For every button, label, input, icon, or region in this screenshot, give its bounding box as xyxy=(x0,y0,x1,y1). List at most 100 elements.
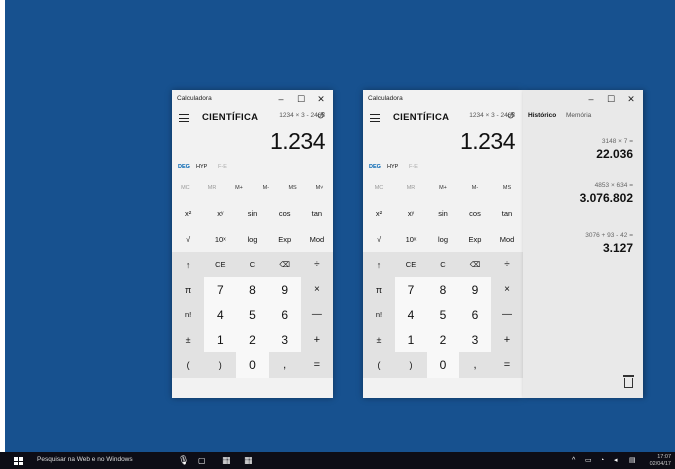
key-log[interactable]: log xyxy=(427,226,459,252)
key-divide[interactable]: ÷ xyxy=(491,252,523,277)
key-decimal[interactable]: , xyxy=(459,352,491,378)
mr-button[interactable]: MR xyxy=(395,185,427,191)
key-open-paren[interactable]: ( xyxy=(363,352,395,378)
memory-list-button[interactable]: M˅ xyxy=(306,185,333,191)
hamburger-menu-icon[interactable] xyxy=(370,114,380,122)
key-sqrt[interactable]: √ xyxy=(363,226,395,252)
key-2[interactable]: 2 xyxy=(236,327,269,352)
deg-button[interactable]: DEG xyxy=(178,164,190,170)
tab-memoria[interactable]: Memória xyxy=(566,112,591,119)
key-tan[interactable]: tan xyxy=(491,200,523,226)
key-shift[interactable]: ↑ xyxy=(363,252,395,277)
key-1[interactable]: 1 xyxy=(204,327,237,352)
key-8[interactable]: 8 xyxy=(236,277,269,302)
mc-button[interactable]: MC xyxy=(172,185,199,191)
key-log[interactable]: log xyxy=(236,226,269,252)
close-button[interactable]: ✕ xyxy=(623,92,639,106)
notification-icon[interactable]: ▤ xyxy=(629,455,636,466)
key-sin[interactable]: sin xyxy=(427,200,459,226)
key-cos[interactable]: cos xyxy=(459,200,491,226)
key-c[interactable]: C xyxy=(427,252,459,277)
windows-start-icon[interactable] xyxy=(14,457,23,465)
key-close-paren[interactable]: ) xyxy=(395,352,427,378)
key-5[interactable]: 5 xyxy=(427,302,459,327)
key-ten-power[interactable]: 10ˣ xyxy=(395,226,427,252)
key-pi[interactable]: π xyxy=(172,277,205,302)
taskbar-search[interactable]: Pesquisar na Web e no Windows xyxy=(37,456,133,463)
key-plus[interactable]: + xyxy=(300,327,333,352)
key-negate[interactable]: ± xyxy=(172,327,205,352)
key-sqrt[interactable]: √ xyxy=(172,226,205,252)
key-ce[interactable]: CE xyxy=(204,252,237,277)
key-backspace[interactable]: ⌫ xyxy=(268,252,301,277)
mr-button[interactable]: MR xyxy=(199,185,226,191)
hamburger-menu-icon[interactable] xyxy=(179,114,189,122)
key-exp[interactable]: Exp xyxy=(459,226,491,252)
key-factorial[interactable]: n! xyxy=(363,302,395,327)
minimize-button[interactable]: – xyxy=(583,92,599,106)
mc-button[interactable]: MC xyxy=(363,185,395,191)
key-3[interactable]: 3 xyxy=(459,327,491,352)
key-2[interactable]: 2 xyxy=(427,327,459,352)
key-tan[interactable]: tan xyxy=(300,200,333,226)
tab-historico[interactable]: Histórico xyxy=(528,112,556,119)
key-square[interactable]: x² xyxy=(363,200,395,226)
key-shift[interactable]: ↑ xyxy=(172,252,205,277)
calculator-taskbar-icon-2[interactable]: ▦ xyxy=(244,455,253,466)
maximize-button[interactable]: ☐ xyxy=(293,92,309,106)
key-4[interactable]: 4 xyxy=(395,302,427,327)
key-0[interactable]: 0 xyxy=(427,352,459,378)
key-exp[interactable]: Exp xyxy=(268,226,301,252)
fe-button[interactable]: F-E xyxy=(218,164,227,170)
key-9[interactable]: 9 xyxy=(268,277,301,302)
key-square[interactable]: x² xyxy=(172,200,205,226)
key-sin[interactable]: sin xyxy=(236,200,269,226)
calculator-taskbar-icon[interactable]: ▦ xyxy=(222,455,231,466)
key-ten-power[interactable]: 10ˣ xyxy=(204,226,237,252)
key-multiply[interactable]: × xyxy=(300,277,333,302)
microphone-icon[interactable]: 🎙 xyxy=(178,455,189,466)
battery-icon[interactable]: ▭ xyxy=(585,455,592,466)
hyp-button[interactable]: HYP xyxy=(387,164,398,170)
history-entry[interactable]: 3076 + 93 - 42 = 3.127 xyxy=(585,232,633,255)
key-minus[interactable]: — xyxy=(491,302,523,327)
key-plus[interactable]: + xyxy=(491,327,523,352)
key-minus[interactable]: — xyxy=(300,302,333,327)
key-backspace[interactable]: ⌫ xyxy=(459,252,491,277)
key-5[interactable]: 5 xyxy=(236,302,269,327)
key-1[interactable]: 1 xyxy=(395,327,427,352)
fe-button[interactable]: F-E xyxy=(409,164,418,170)
key-multiply[interactable]: × xyxy=(491,277,523,302)
trash-icon[interactable] xyxy=(623,375,634,388)
key-power[interactable]: xʸ xyxy=(395,200,427,226)
deg-button[interactable]: DEG xyxy=(369,164,381,170)
key-mod[interactable]: Mod xyxy=(491,226,523,252)
volume-icon[interactable]: ◂ xyxy=(614,455,618,466)
tray-chevron-icon[interactable]: ^ xyxy=(572,455,575,466)
ms-button[interactable]: MS xyxy=(491,185,523,191)
key-power[interactable]: xʸ xyxy=(204,200,237,226)
key-mod[interactable]: Mod xyxy=(300,226,333,252)
ms-button[interactable]: MS xyxy=(279,185,306,191)
key-9[interactable]: 9 xyxy=(459,277,491,302)
key-decimal[interactable]: , xyxy=(268,352,301,378)
m-minus-button[interactable]: M- xyxy=(459,185,491,191)
key-equals[interactable]: = xyxy=(491,352,523,378)
key-pi[interactable]: π xyxy=(363,277,395,302)
history-entry[interactable]: 4853 × 634 = 3.076.802 xyxy=(580,182,633,205)
task-view-icon[interactable]: ▢ xyxy=(198,455,206,466)
maximize-button[interactable]: ☐ xyxy=(603,92,619,106)
key-c[interactable]: C xyxy=(236,252,269,277)
key-factorial[interactable]: n! xyxy=(172,302,205,327)
key-6[interactable]: 6 xyxy=(459,302,491,327)
key-8[interactable]: 8 xyxy=(427,277,459,302)
taskbar-clock[interactable]: 17:07 02/04/17 xyxy=(650,454,671,467)
key-0[interactable]: 0 xyxy=(236,352,269,378)
network-icon[interactable]: ◔ xyxy=(600,455,604,466)
key-open-paren[interactable]: ( xyxy=(172,352,205,378)
hyp-button[interactable]: HYP xyxy=(196,164,207,170)
key-equals[interactable]: = xyxy=(300,352,333,378)
history-entry[interactable]: 3148 × 7 = 22.036 xyxy=(596,138,633,161)
key-divide[interactable]: ÷ xyxy=(300,252,333,277)
key-ce[interactable]: CE xyxy=(395,252,427,277)
